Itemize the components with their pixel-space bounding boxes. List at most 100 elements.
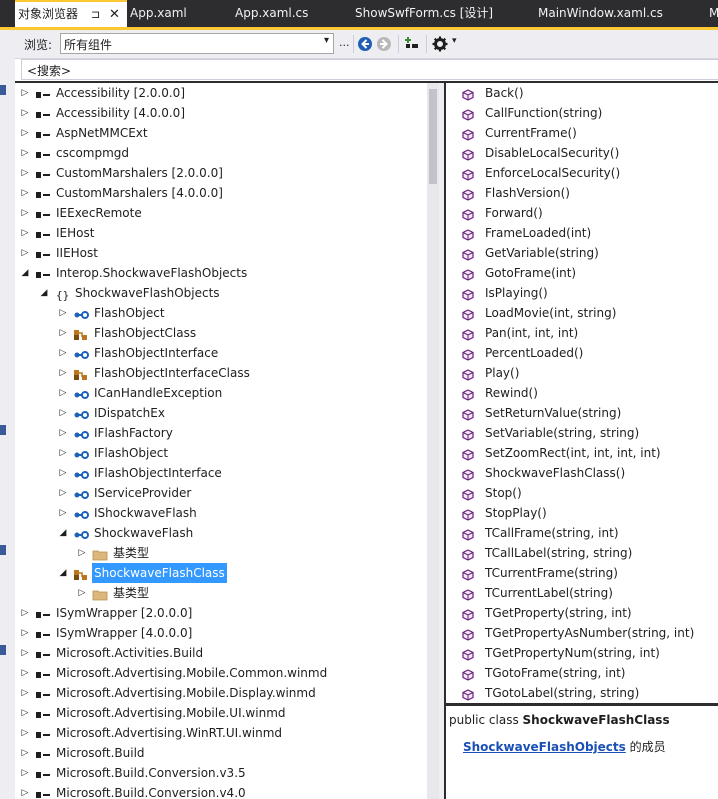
member-item[interactable]: TCallLabel(string, string) [446,543,718,563]
expand-arrow-icon[interactable]: ▷ [58,343,68,363]
chevron-down-icon[interactable]: ▾ [452,36,457,46]
tree-item[interactable]: ◢ ShockwaveFlashClass [15,563,427,583]
expand-arrow-icon[interactable]: ▷ [20,623,30,643]
expand-arrow-icon[interactable]: ▷ [58,483,68,503]
member-item[interactable]: DisableLocalSecurity() [446,143,718,163]
member-item[interactable]: Pan(int, int, int) [446,323,718,343]
tree-item[interactable]: ▷ IEHost [15,223,427,243]
expand-arrow-icon[interactable]: ▷ [58,443,68,463]
browse-scope-dropdown[interactable]: 所有组件 ▾ [60,33,334,54]
expand-arrow-icon[interactable]: ▷ [20,763,30,783]
member-item[interactable]: Stop() [446,483,718,503]
expand-arrow-icon[interactable]: ▷ [58,303,68,323]
search-input[interactable]: <搜索> [21,59,718,80]
close-icon[interactable]: ✕ [109,2,120,27]
tab-mainwindow-xaml-cs[interactable]: MainWindow.xaml.cs [538,0,663,27]
tree-scrollbar[interactable] [427,83,439,799]
tree-item[interactable]: ▷ IFlashObject [15,443,427,463]
tree-item[interactable]: ▷ Microsoft.Advertising.WinRT.UI.winmd [15,723,427,743]
expand-arrow-icon[interactable]: ▷ [20,83,30,103]
tree-item[interactable]: ▷ Microsoft.Build.Conversion.v4.0 [15,783,427,799]
expand-arrow-icon[interactable]: ▷ [20,183,30,203]
member-item[interactable]: TCurrentFrame(string) [446,563,718,583]
tab-showswfform-design[interactable]: ShowSwfForm.cs [设计] [355,0,493,27]
expand-arrow-icon[interactable]: ▷ [20,243,30,263]
expand-arrow-icon[interactable]: ▷ [20,643,30,663]
tree-item[interactable]: ▷ CustomMarshalers [4.0.0.0] [15,183,427,203]
expand-arrow-icon[interactable]: ▷ [58,323,68,343]
member-item[interactable]: TGotoLabel(string, string) [446,683,718,703]
expand-arrow-icon[interactable]: ▷ [77,583,87,603]
tree-item[interactable]: ▷ Microsoft.Build [15,743,427,763]
edit-custom-set-button[interactable]: ... [339,36,350,49]
member-item[interactable]: TGetProperty(string, int) [446,603,718,623]
tree-item[interactable]: ▷ Microsoft.Build.Conversion.v3.5 [15,763,427,783]
tab-object-browser[interactable]: 对象浏览器 ⊐ ✕ [15,0,127,27]
member-item[interactable]: SetZoomRect(int, int, int, int) [446,443,718,463]
expand-arrow-icon[interactable]: ▷ [58,503,68,523]
tree-item[interactable]: ▷ IIEHost [15,243,427,263]
member-item[interactable]: TCallFrame(string, int) [446,523,718,543]
tree-item[interactable]: ▷ FlashObject [15,303,427,323]
add-reference-icon[interactable] [404,36,420,52]
tree-item[interactable]: ◢ {} ShockwaveFlashObjects [15,283,427,303]
member-item[interactable]: FlashVersion() [446,183,718,203]
scrollbar-thumb[interactable] [429,89,437,184]
expand-arrow-icon[interactable]: ▷ [20,743,30,763]
expand-arrow-icon[interactable]: ▷ [58,363,68,383]
expand-arrow-icon[interactable]: ▷ [20,223,30,243]
forward-arrow-icon[interactable] [376,36,392,52]
tree-item[interactable]: ▷ IFlashFactory [15,423,427,443]
member-item[interactable]: TGetPropertyAsNumber(string, int) [446,623,718,643]
member-item[interactable]: EnforceLocalSecurity() [446,163,718,183]
tree-item[interactable]: ▷ ISymWrapper [2.0.0.0] [15,603,427,623]
expand-arrow-icon[interactable]: ▷ [77,543,87,563]
member-item[interactable]: StopPlay() [446,503,718,523]
member-item[interactable]: Play() [446,363,718,383]
tree-item[interactable]: ▷ Accessibility [2.0.0.0] [15,83,427,103]
tree-item[interactable]: ▷ FlashObjectInterface [15,343,427,363]
member-item[interactable]: GotoFrame(int) [446,263,718,283]
tree-item[interactable]: ▷ Microsoft.Activities.Build [15,643,427,663]
member-item[interactable]: LoadMovie(int, string) [446,303,718,323]
expand-arrow-icon[interactable]: ▷ [58,463,68,483]
tree-item[interactable]: ▷ cscompmgd [15,143,427,163]
member-item[interactable]: PercentLoaded() [446,343,718,363]
member-item[interactable]: GetVariable(string) [446,243,718,263]
tree-item[interactable]: ▷ AspNetMMCExt [15,123,427,143]
expand-arrow-icon[interactable]: ▷ [20,683,30,703]
collapse-arrow-icon[interactable]: ◢ [20,263,30,283]
member-item[interactable]: CurrentFrame() [446,123,718,143]
expand-arrow-icon[interactable]: ▷ [58,423,68,443]
expand-arrow-icon[interactable]: ▷ [20,163,30,183]
member-item[interactable]: ShockwaveFlashClass() [446,463,718,483]
member-item[interactable]: TGetPropertyNum(string, int) [446,643,718,663]
tree-item[interactable]: ▷ ISymWrapper [4.0.0.0] [15,623,427,643]
tab-overflow[interactable]: M [709,0,718,27]
collapse-arrow-icon[interactable]: ◢ [58,523,68,543]
tree-item[interactable]: ▷ IShockwaveFlash [15,503,427,523]
member-item[interactable]: Rewind() [446,383,718,403]
tree-item[interactable]: ▷ 基类型 [15,543,427,563]
expand-arrow-icon[interactable]: ▷ [20,783,30,799]
member-item[interactable]: Forward() [446,203,718,223]
expand-arrow-icon[interactable]: ▷ [20,603,30,623]
expand-arrow-icon[interactable]: ▷ [20,103,30,123]
expand-arrow-icon[interactable]: ▷ [58,383,68,403]
namespace-link[interactable]: ShockwaveFlashObjects [463,740,626,754]
member-item[interactable]: IsPlaying() [446,283,718,303]
pane-splitter[interactable] [439,83,446,799]
tab-app-xaml-cs[interactable]: App.xaml.cs [235,0,308,27]
member-item[interactable]: FrameLoaded(int) [446,223,718,243]
pin-icon[interactable]: ⊐ [91,2,100,27]
expand-arrow-icon[interactable]: ▷ [20,123,30,143]
back-arrow-icon[interactable] [357,36,373,52]
member-item[interactable]: CallFunction(string) [446,103,718,123]
tree-item[interactable]: ▷ FlashObjectInterfaceClass [15,363,427,383]
tree-item[interactable]: ▷ IEExecRemote [15,203,427,223]
tree-item[interactable]: ▷ Accessibility [4.0.0.0] [15,103,427,123]
gear-icon[interactable] [432,36,448,52]
tree-item[interactable]: ▷ Microsoft.Advertising.Mobile.Display.wi… [15,683,427,703]
tree-item[interactable]: ▷ IDispatchEx [15,403,427,423]
tree-item[interactable]: ▷ IServiceProvider [15,483,427,503]
